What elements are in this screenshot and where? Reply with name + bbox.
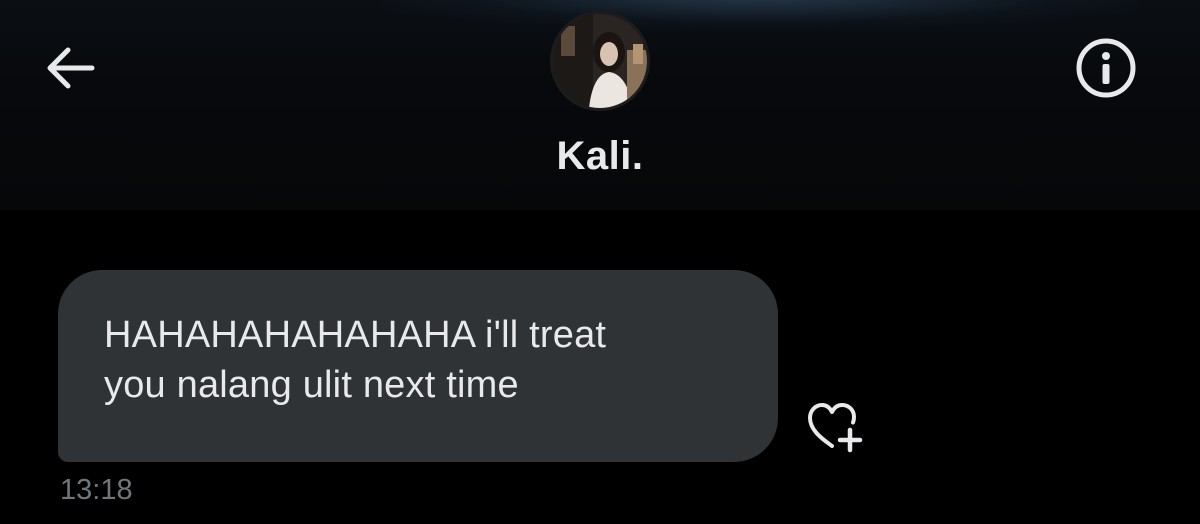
info-circle-icon [1076,38,1136,98]
heart-plus-icon [808,403,863,453]
message-text: HAHAHAHAHAHAHA i'll treat you nalang uli… [104,314,607,406]
info-button[interactable] [1074,38,1138,98]
avatar-photo [553,14,647,108]
back-button[interactable] [40,38,100,98]
contact-name[interactable]: Kali. [450,134,750,179]
add-reaction-button[interactable] [802,400,866,458]
dm-conversation-screen: Kali. HAHAHAHAHAHAHA i'll treat you nala… [0,0,1200,524]
conversation-header: Kali. [0,0,1200,210]
arrow-left-icon [47,47,95,89]
header-glow [380,0,1140,30]
avatar[interactable] [550,11,650,111]
message-bubble[interactable]: HAHAHAHAHAHAHA i'll treat you nalang uli… [58,270,778,462]
message-timestamp: 13:18 [60,474,133,506]
